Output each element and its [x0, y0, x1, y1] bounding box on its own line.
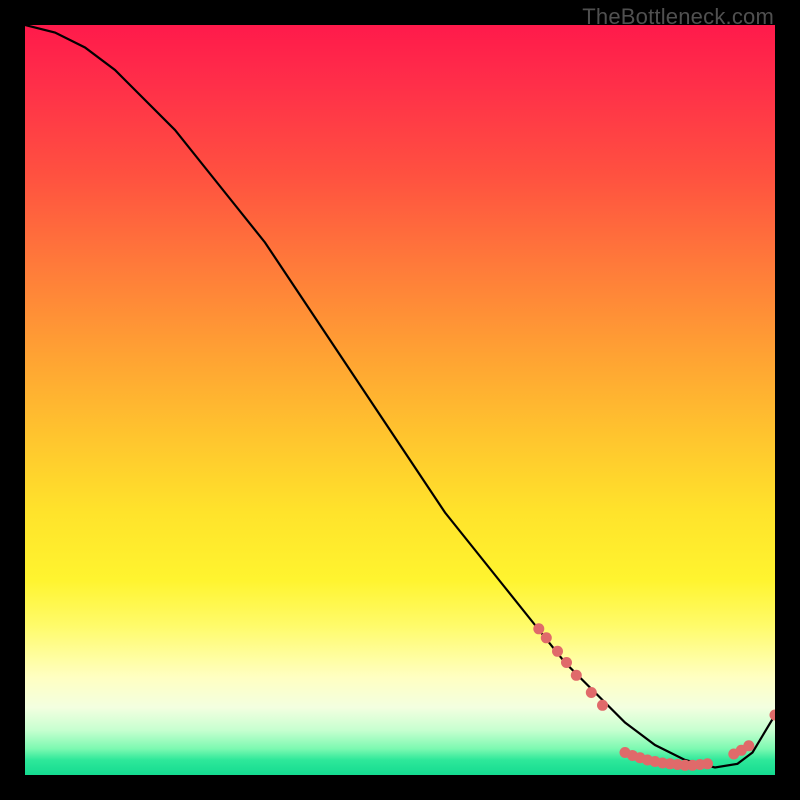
curve-marker [702, 758, 713, 769]
curve-marker [533, 623, 544, 634]
curve-marker [597, 700, 608, 711]
chart-frame: TheBottleneck.com [0, 0, 800, 800]
curve-marker [561, 657, 572, 668]
curve-marker [586, 687, 597, 698]
curve-marker [571, 670, 582, 681]
curve-marker [541, 632, 552, 643]
bottleneck-curve-path [25, 25, 775, 768]
curve-marker [743, 740, 754, 751]
curve-marker [552, 646, 563, 657]
curve-marker [770, 710, 776, 721]
plot-area [25, 25, 775, 775]
curve-svg [25, 25, 775, 775]
marker-group [533, 623, 775, 771]
